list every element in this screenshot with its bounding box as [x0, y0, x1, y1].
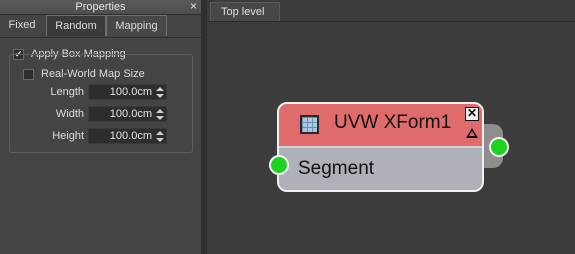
- checkbox-unchecked[interactable]: [23, 68, 34, 80]
- length-spinner[interactable]: 100.0cm: [88, 84, 167, 100]
- length-value[interactable]: 100.0cm: [89, 86, 152, 98]
- input-segment-label: Segment: [298, 158, 375, 179]
- spin-up-icon[interactable]: [156, 109, 164, 113]
- tab-random[interactable]: Random: [46, 15, 106, 36]
- panel-title: Properties: [75, 1, 126, 13]
- spinner-arrows-icon[interactable]: [155, 108, 165, 121]
- spin-up-icon[interactable]: [156, 131, 164, 135]
- width-spinner[interactable]: 100.0cm: [88, 106, 167, 122]
- node-separator: [279, 146, 482, 148]
- tab-divider: [0, 37, 201, 38]
- real-world-map-size-label: Real-World Map Size: [41, 68, 145, 80]
- spin-down-icon[interactable]: [156, 116, 164, 120]
- tab-bar: Fixed Random Mapping: [0, 15, 201, 37]
- spin-up-icon[interactable]: [156, 87, 164, 91]
- close-icon[interactable]: ✕: [465, 107, 479, 121]
- length-label: Length: [50, 86, 84, 98]
- spinner-arrows-icon[interactable]: [155, 86, 165, 99]
- input-socket[interactable]: [269, 155, 289, 175]
- uvw-xform-node[interactable]: UVW XForm1 ✕ Segment: [277, 102, 484, 192]
- height-spinner[interactable]: 100.0cm: [88, 128, 167, 144]
- uvw-xform-icon: [300, 115, 319, 134]
- length-row: Length 100.0cm: [10, 84, 170, 101]
- mapping-group: Real-World Map Size Length 100.0cm Width…: [9, 54, 193, 153]
- tab-fixed[interactable]: Fixed: [0, 15, 44, 36]
- real-world-map-size-checkbox[interactable]: Real-World Map Size: [23, 67, 149, 81]
- panel-header: Properties ×: [0, 0, 201, 15]
- width-row: Width 100.0cm: [10, 106, 170, 123]
- node-title: UVW XForm1: [334, 112, 452, 133]
- height-label: Height: [52, 130, 84, 142]
- canvas-tab-divider: [207, 21, 575, 22]
- output-socket[interactable]: [489, 137, 509, 157]
- width-value[interactable]: 100.0cm: [89, 108, 152, 120]
- tab-top-level[interactable]: Top level: [210, 2, 280, 21]
- width-label: Width: [55, 108, 84, 120]
- tab-mapping[interactable]: Mapping: [106, 15, 167, 36]
- node-header[interactable]: UVW XForm1 ✕: [279, 104, 482, 146]
- height-row: Height 100.0cm: [10, 128, 170, 145]
- properties-panel: Properties × Fixed Random Mapping ✔ Appl…: [0, 0, 201, 254]
- spin-down-icon[interactable]: [156, 138, 164, 142]
- spinner-arrows-icon[interactable]: [155, 130, 165, 143]
- height-value[interactable]: 100.0cm: [89, 130, 152, 142]
- spin-down-icon[interactable]: [156, 94, 164, 98]
- close-icon[interactable]: ×: [190, 0, 197, 13]
- collapse-triangle-icon[interactable]: [466, 128, 478, 138]
